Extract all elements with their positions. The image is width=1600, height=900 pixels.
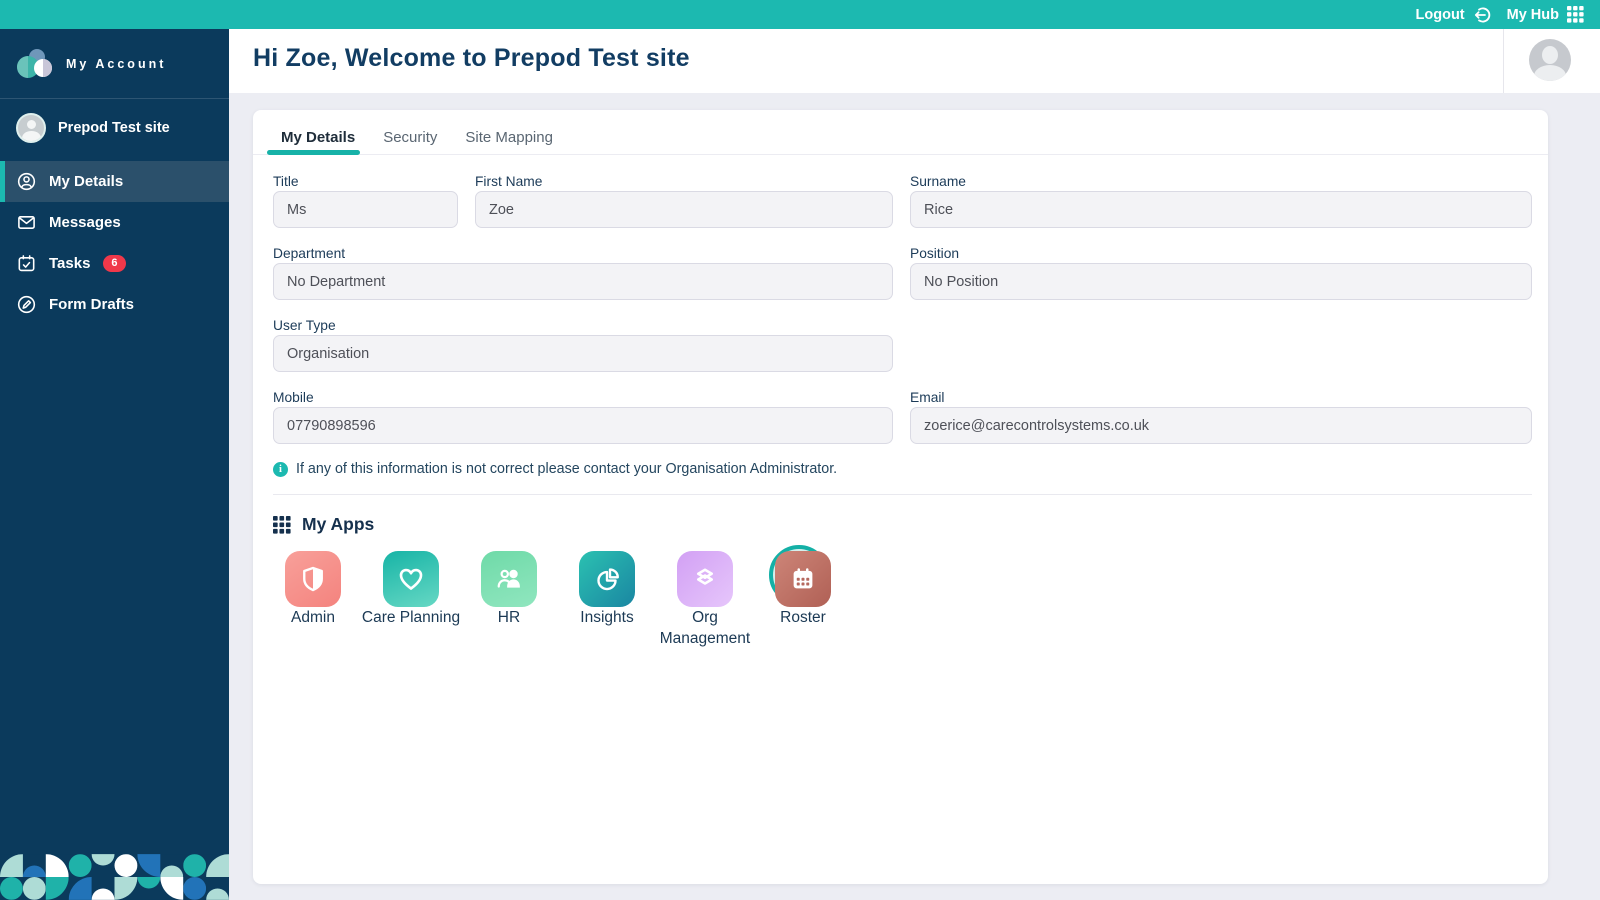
logout-icon [1473,5,1493,25]
info-note-text: If any of this information is not correc… [296,461,838,477]
sidebar-item-label: Tasks [49,255,91,272]
sidebar-item-label: My Details [49,173,124,190]
person-circle-icon [17,172,36,191]
my-hub-button[interactable]: My Hub [1507,6,1584,23]
page-header: Hi Zoe, Welcome to Prepod Test site [229,29,1600,93]
footer-pattern [0,854,229,900]
envelope-icon [17,213,36,232]
my-hub-label: My Hub [1506,6,1559,23]
app-insights[interactable] [579,551,635,607]
active-tab-indicator [267,150,360,155]
sidebar-item-my-details[interactable]: My Details [0,161,229,202]
app-care-planning[interactable] [383,551,439,607]
department-label: Department [273,246,346,261]
info-icon: i [273,461,288,477]
logout-button[interactable]: Logout [1416,5,1493,25]
info-note: i If any of this information is not corr… [273,461,837,477]
site-row[interactable]: Prepod Test site [0,99,229,153]
first-name-field[interactable] [475,191,893,228]
email-label: Email [910,390,945,405]
tab-bar: My Details Security Site Mapping [267,127,567,149]
tab-divider-line [253,154,1548,155]
page-title: Hi Zoe, Welcome to Prepod Test site [253,44,690,72]
tasks-count-badge: 6 [103,254,126,273]
details-card: My Details Security Site Mapping Title F… [253,110,1548,884]
app-label-org-management[interactable]: Org Management [650,607,760,650]
title-field[interactable] [273,191,458,228]
brand-logo-icon [16,48,54,80]
heart-icon [396,564,426,594]
first-name-label: First Name [475,174,543,189]
brand: My Account [0,29,229,99]
logout-label: Logout [1415,6,1465,23]
header-divider [1503,29,1504,93]
mobile-label: Mobile [273,390,314,405]
app-hr[interactable] [481,551,537,607]
sidebar: My Account Prepod Test site My Details M… [0,29,229,900]
app-label-hr[interactable]: HR [454,607,564,628]
app-label-insights[interactable]: Insights [552,607,662,628]
position-field[interactable] [910,263,1532,300]
grid-icon [1567,6,1584,23]
calendar-check-icon [17,254,36,273]
my-apps-title: My Apps [302,514,375,534]
tab-my-details[interactable]: My Details [267,127,369,149]
title-label: Title [273,174,299,189]
pencil-circle-icon [17,295,36,314]
sidebar-item-messages[interactable]: Messages [0,202,229,243]
app-roster[interactable] [775,551,831,607]
position-label: Position [910,246,960,261]
layers-icon [690,564,720,594]
mobile-field[interactable] [273,407,893,444]
app-admin[interactable] [285,551,341,607]
user-type-label: User Type [273,318,336,333]
user-avatar[interactable] [1529,39,1571,81]
my-apps-header: My Apps [273,514,374,535]
app-org-management[interactable] [677,551,733,607]
department-field[interactable] [273,263,893,300]
site-avatar [16,113,46,143]
top-bar: Logout My Hub [0,0,1600,29]
sidebar-item-form-drafts[interactable]: Form Drafts [0,284,229,325]
app-label-roster[interactable]: Roster [748,607,858,628]
app-label-care-planning[interactable]: Care Planning [356,607,466,628]
app-label-admin[interactable]: Admin [258,607,368,628]
section-divider [273,494,1532,495]
tab-site-mapping[interactable]: Site Mapping [451,127,567,149]
shield-icon [298,564,328,594]
calendar-icon [788,564,818,594]
brand-name: My Account [66,56,167,71]
email-field[interactable] [910,407,1532,444]
sidebar-item-label: Form Drafts [49,296,135,313]
sidebar-item-tasks[interactable]: Tasks 6 [0,243,229,284]
site-name: Prepod Test site [58,120,170,136]
apps-grid-icon [273,515,291,534]
user-type-field[interactable] [273,335,893,372]
sidebar-item-label: Messages [49,214,121,231]
tab-security[interactable]: Security [369,127,451,149]
surname-field[interactable] [910,191,1532,228]
sidebar-nav: My Details Messages Tasks 6 Form Drafts [0,161,229,325]
pie-chart-icon [592,564,622,594]
people-icon [494,564,524,594]
surname-label: Surname [910,174,966,189]
